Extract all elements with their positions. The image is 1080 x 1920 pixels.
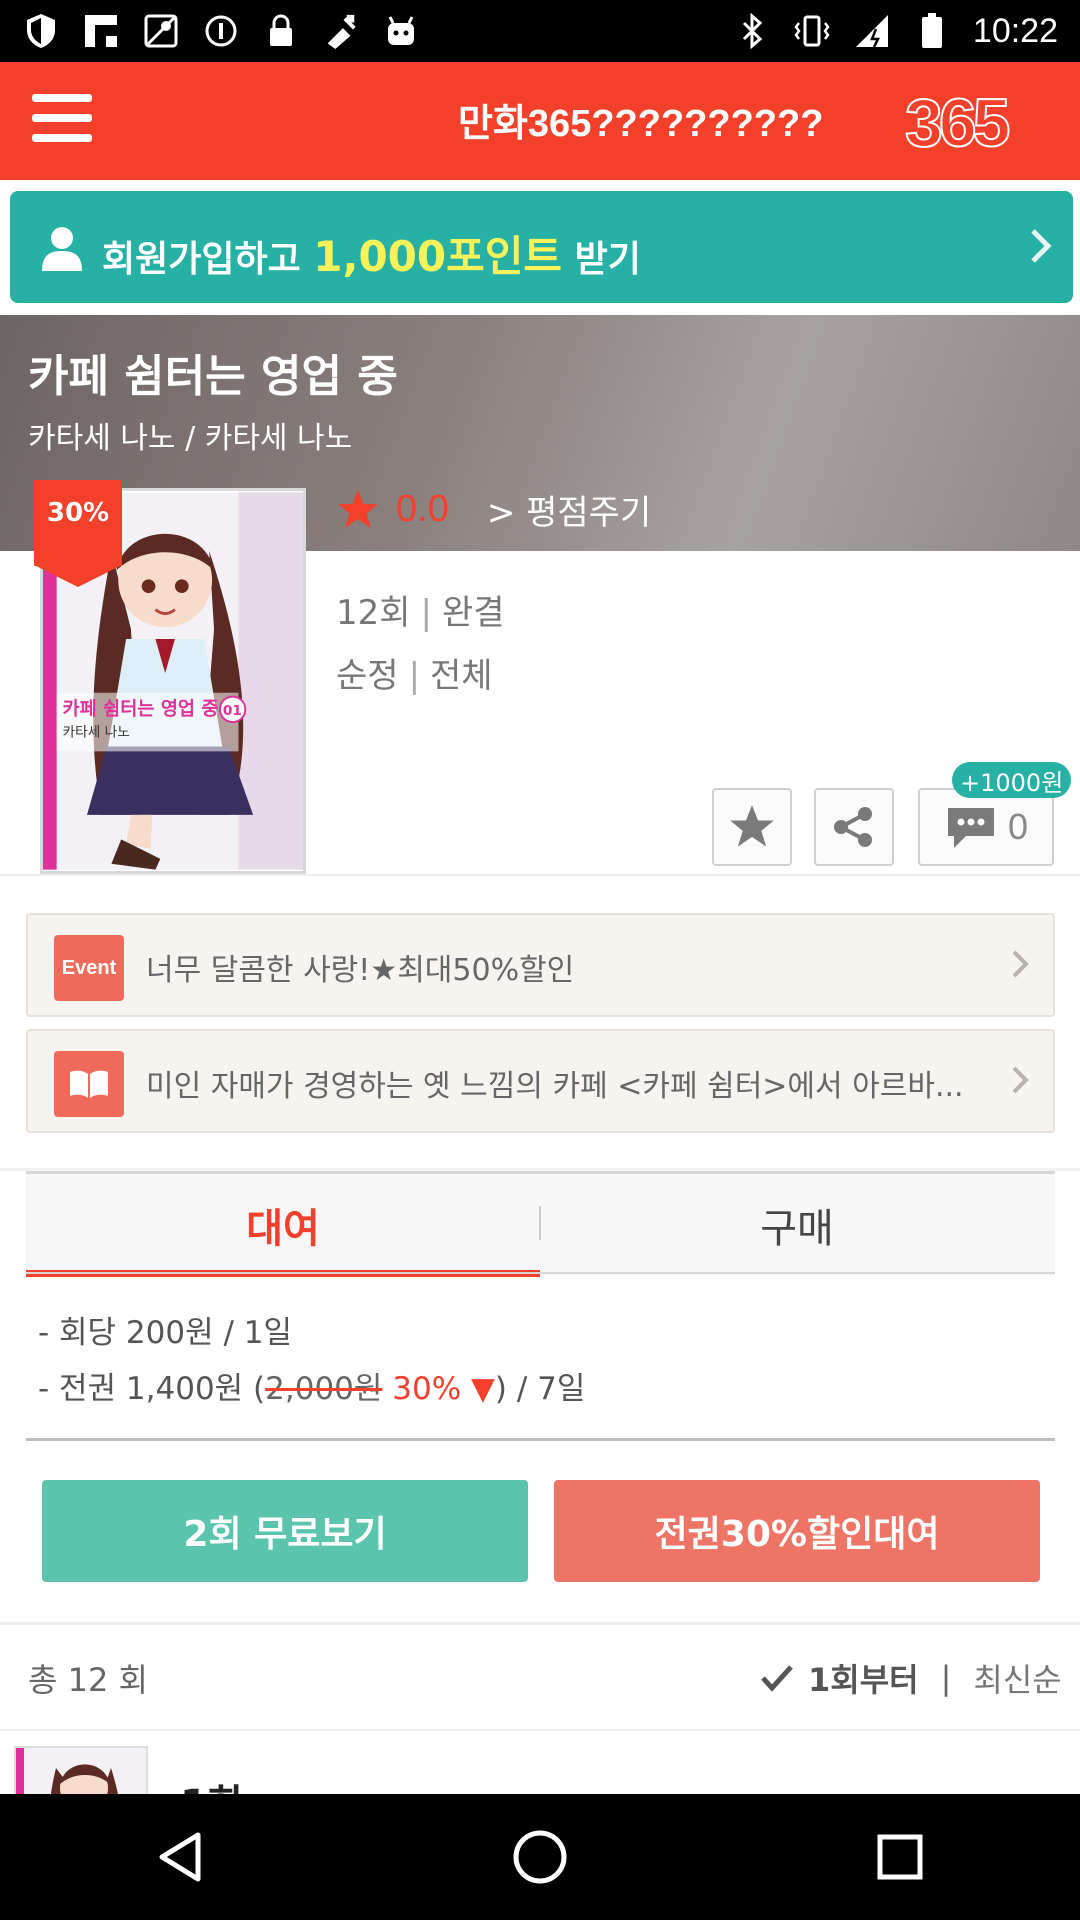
- section-divider: [0, 1622, 1080, 1625]
- clock: 10:22: [972, 11, 1058, 50]
- completion-status: 완결: [442, 593, 505, 633]
- pricing-divider: [26, 1438, 1055, 1441]
- episode-status-line: 12회 | 완결: [336, 585, 505, 634]
- back-icon[interactable]: [130, 1807, 230, 1907]
- signup-text: 회원가입하고 1,000포인트 받기: [102, 223, 641, 284]
- sort-separator: |: [940, 1659, 952, 1697]
- chevron-right-icon: [1029, 227, 1053, 269]
- discount-badge: 30%: [34, 480, 122, 587]
- check-icon: [761, 1665, 793, 1692]
- tab-rent[interactable]: 대여: [26, 1174, 540, 1277]
- cover-author-text: 카타세 나노: [63, 725, 130, 741]
- maps-icon: [142, 12, 180, 50]
- section-divider: [0, 874, 1080, 876]
- price-full-set: - 전권 1,400원 (2,000원 30% ▼) / 7일: [38, 1363, 585, 1408]
- comment-count: 0: [1007, 806, 1029, 847]
- chevron-right-icon: [1011, 949, 1029, 983]
- chevron-right-icon: [1011, 1065, 1029, 1099]
- home-icon[interactable]: [490, 1807, 590, 1907]
- event-icon: Event: [54, 935, 124, 1001]
- discount-rent-button[interactable]: 전권30%할인대여: [554, 1480, 1040, 1582]
- favorite-button[interactable]: [712, 788, 792, 866]
- app-bar: 만화365?????????? 365: [0, 62, 1080, 180]
- episode-total: 총 12 회: [28, 1661, 148, 1699]
- system-nav-bar: [0, 1794, 1080, 1920]
- event-banner[interactable]: Event 너무 달콤한 사랑!★최대50%할인: [26, 913, 1055, 1017]
- free-view-button[interactable]: 2회 무료보기: [42, 1480, 528, 1582]
- price-discount: 30% ▼: [392, 1371, 495, 1407]
- section-divider: [0, 1729, 1080, 1731]
- price-full-prefix: - 전권 1,400원 (: [38, 1371, 266, 1407]
- status-bar: 10:22: [0, 0, 1080, 62]
- cover-title-text: 카페 쉼터는 영업 중!: [63, 698, 227, 720]
- synopsis-text: 미인 자매가 경영하는 옛 느낌의 카페 <카페 쉼터>에서 아르바...: [146, 1069, 964, 1104]
- tab-rent-label: 대여: [246, 1205, 320, 1252]
- flipboard-icon: [82, 12, 120, 50]
- meta-separator: |: [408, 656, 421, 696]
- sort-from-first[interactable]: 1회부터: [808, 1655, 919, 1701]
- cover-volume-text: 01: [223, 703, 242, 719]
- signup-suffix: 받기: [574, 239, 641, 280]
- status-left-icons: [22, 12, 420, 50]
- person-icon: [40, 225, 84, 275]
- synopsis-banner[interactable]: 미인 자매가 경영하는 옛 느낌의 카페 <카페 쉼터>에서 아르바...: [26, 1029, 1055, 1133]
- tab-buy-label: 구매: [760, 1205, 834, 1252]
- price-full-suffix: ) / 7일: [494, 1371, 586, 1407]
- lock-icon: [262, 12, 300, 50]
- vibrate-icon: [793, 12, 831, 50]
- signup-highlight: 1,000포인트: [313, 232, 563, 281]
- rating-score: 0.0: [396, 488, 449, 530]
- circle-info-icon: [202, 12, 240, 50]
- shield-icon: [22, 12, 60, 50]
- recents-icon[interactable]: [850, 1807, 950, 1907]
- comic-author: 카타세 나노 / 카타세 나노: [28, 421, 353, 456]
- star-icon: [338, 489, 378, 528]
- hamburger-menu-icon[interactable]: [32, 94, 92, 144]
- star-icon: [730, 805, 774, 847]
- discount-badge-text: 30%: [46, 498, 110, 528]
- event-text: 너무 달콤한 사랑!★최대50%할인: [146, 953, 575, 988]
- android-icon: [382, 12, 420, 50]
- book-icon: [54, 1051, 124, 1117]
- comment-bonus-badge: +1000원: [952, 762, 1072, 798]
- episode-sort: 1회부터 | 최신순: [760, 1655, 1062, 1701]
- comment-button[interactable]: 0: [918, 788, 1054, 866]
- sort-latest[interactable]: 최신순: [973, 1655, 1061, 1701]
- price-per-episode: - 회당 200원 / 1일: [38, 1315, 293, 1351]
- app-title: 만화365??????????: [458, 103, 824, 145]
- share-icon: [834, 807, 872, 847]
- signal-icon: [853, 12, 891, 50]
- genre: 순정: [336, 656, 399, 696]
- signup-banner[interactable]: 회원가입하고 1,000포인트 받기: [10, 191, 1073, 303]
- age-rating: 전체: [430, 656, 493, 696]
- signup-prefix: 회원가입하고: [102, 239, 301, 280]
- meta-separator: |: [420, 593, 433, 633]
- comment-icon: [947, 808, 994, 848]
- fake-gps-icon: [322, 12, 360, 50]
- price-original: 2,000원: [265, 1371, 383, 1407]
- tab-buy[interactable]: 구매: [540, 1174, 1054, 1275]
- comic-title: 카페 쉼터는 영업 중: [28, 351, 398, 402]
- status-right-icons: 10:22: [733, 12, 1058, 51]
- app-logo: 365: [904, 84, 1011, 162]
- episode-count: 12회: [336, 593, 411, 633]
- rent-buy-tabs: 대여 구매: [26, 1171, 1055, 1277]
- bluetooth-icon: [733, 12, 771, 50]
- rating-row: 0.0 > 평점주기: [336, 485, 651, 534]
- tabs-bottom-border: [26, 1272, 1055, 1274]
- battery-icon: [913, 12, 951, 50]
- rate-link[interactable]: > 평점주기: [487, 485, 651, 534]
- genre-age-line: 순정 | 전체: [336, 648, 493, 697]
- share-button[interactable]: [814, 788, 894, 866]
